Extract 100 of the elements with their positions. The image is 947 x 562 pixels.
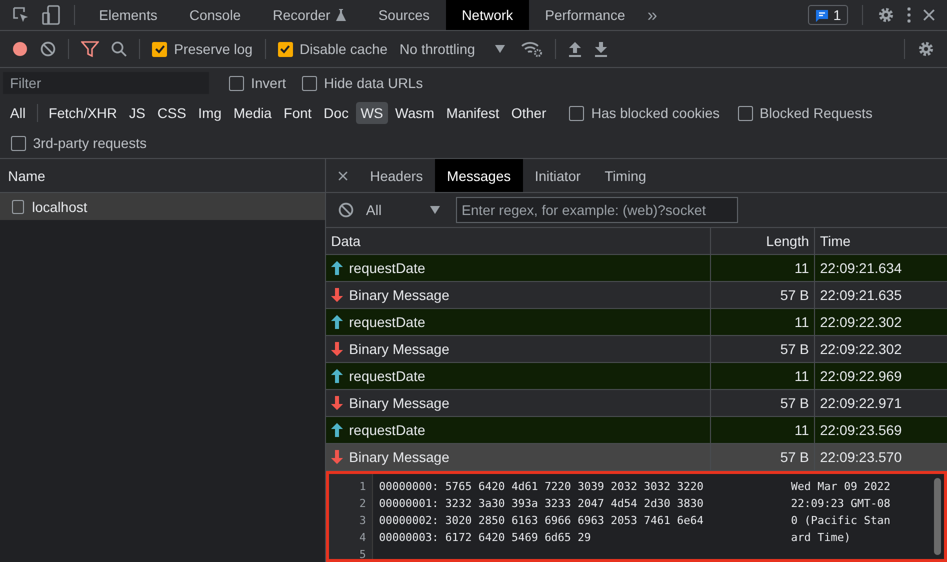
close-icon[interactable] xyxy=(338,170,348,180)
detail-tab[interactable]: Timing xyxy=(592,159,658,192)
line-number: 4 xyxy=(358,530,366,546)
upload-icon[interactable] xyxy=(568,41,582,57)
type-filter-button[interactable]: Manifest xyxy=(441,102,504,124)
type-filter-button[interactable]: JS xyxy=(124,102,150,124)
clear-icon[interactable] xyxy=(40,41,56,57)
type-filter-button[interactable]: CSS xyxy=(152,102,192,124)
clear-icon[interactable] xyxy=(338,202,354,218)
ascii-text: Wed Mar 09 2022 xyxy=(791,479,890,495)
message-length: 57 B xyxy=(780,287,809,303)
column-header[interactable]: Data xyxy=(326,228,711,254)
inspect-icon[interactable] xyxy=(12,6,30,24)
type-filter-button[interactable]: Fetch/XHR xyxy=(44,102,122,124)
checkbox-label: Invert xyxy=(251,75,286,91)
message-length: 11 xyxy=(794,422,809,438)
filter-field[interactable]: Filter xyxy=(3,72,209,94)
type-filter-button[interactable]: Wasm xyxy=(390,102,440,124)
detail-tab[interactable]: Headers xyxy=(358,159,435,192)
checkbox-label: Hide data URLs xyxy=(324,75,423,91)
message-row[interactable]: requestDate 11 22:09:22.302 xyxy=(326,309,947,336)
hex-bytes: 00000001: 3232 3a30 393a 3233 2047 4d54 2d30 3830 xyxy=(379,496,705,512)
checkbox[interactable]: Blocked Requests xyxy=(738,105,872,121)
checkbox-box[interactable] xyxy=(229,76,244,90)
message-row[interactable]: Binary Message 57 B 22:09:22.971 xyxy=(326,390,947,417)
close-icon[interactable] xyxy=(923,9,935,21)
throttling-select[interactable]: No throttling xyxy=(400,41,506,57)
checkbox-box[interactable] xyxy=(152,42,167,56)
checkbox-box[interactable] xyxy=(738,106,753,120)
line-number: 2 xyxy=(358,496,366,512)
down-arrow-icon xyxy=(331,288,343,302)
download-icon[interactable] xyxy=(594,41,608,57)
checkbox-box[interactable] xyxy=(278,42,293,56)
message-time: 22:09:22.971 xyxy=(820,395,902,411)
message-row[interactable]: Binary Message 57 B 22:09:22.302 xyxy=(326,336,947,363)
checkbox-label: Disable cache xyxy=(300,41,388,57)
type-filter-button[interactable]: WS xyxy=(356,102,388,124)
checkbox[interactable]: 3rd-party requests xyxy=(11,135,147,151)
scrollbar[interactable] xyxy=(934,478,941,555)
detail-tab[interactable]: Messages xyxy=(434,159,523,192)
message-type-select[interactable]: All xyxy=(366,202,440,218)
checkbox-box[interactable] xyxy=(11,136,26,150)
panel-tab[interactable]: Elements xyxy=(83,0,174,30)
panel-tab[interactable]: Console xyxy=(173,0,257,30)
flask-icon xyxy=(336,9,346,21)
settings-icon[interactable] xyxy=(877,6,895,24)
ascii-text: 0 (Pacific Stan xyxy=(791,513,890,529)
message-length: 57 B xyxy=(780,449,809,465)
checkbox[interactable]: Disable cache xyxy=(278,41,388,57)
filter-icon[interactable] xyxy=(81,41,99,57)
ascii-text: ard Time) xyxy=(791,530,851,546)
message-time: 22:09:23.570 xyxy=(820,449,902,465)
up-arrow-icon xyxy=(331,261,343,275)
type-filter-button[interactable]: Media xyxy=(228,102,277,124)
panel-tab[interactable]: Sources xyxy=(362,0,446,30)
device-toolbar-icon[interactable] xyxy=(42,5,60,25)
panel-tab[interactable]: Network xyxy=(446,0,530,30)
type-filter-button[interactable]: Other xyxy=(506,102,552,124)
settings-icon[interactable] xyxy=(917,40,935,58)
message-data: Binary Message xyxy=(349,341,450,357)
message-data: requestDate xyxy=(349,368,426,384)
detail-tab[interactable]: Initiator xyxy=(522,159,593,192)
message-time: 22:09:22.969 xyxy=(820,368,902,384)
hex-bytes: 00000002: 3020 2850 6163 6966 6963 2053 7461 6e64 xyxy=(379,513,705,529)
record-icon[interactable] xyxy=(12,41,28,57)
checkbox-label: Preserve log xyxy=(174,41,253,57)
message-data: requestDate xyxy=(349,260,426,276)
message-row[interactable]: Binary Message 57 B 22:09:21.635 xyxy=(326,282,947,309)
type-filter-button[interactable]: All xyxy=(5,102,31,124)
type-filter-button[interactable]: Doc xyxy=(318,102,354,124)
down-arrow-icon xyxy=(331,342,343,356)
line-number: 5 xyxy=(358,547,366,562)
message-row[interactable]: Binary Message 57 B 22:09:23.570 xyxy=(326,444,947,471)
more-options-icon[interactable] xyxy=(907,7,911,23)
more-tabs-button[interactable]: » xyxy=(647,4,658,26)
column-header[interactable]: Length xyxy=(711,228,815,254)
search-icon[interactable] xyxy=(111,41,127,57)
regex-filter-field[interactable]: Enter regex, for example: (web)?socket xyxy=(456,197,738,223)
issues-badge[interactable]: 1 xyxy=(808,5,848,25)
message-data: requestDate xyxy=(349,422,426,438)
checkbox[interactable]: Invert xyxy=(229,75,286,91)
message-row[interactable]: requestDate 11 22:09:21.634 xyxy=(326,255,947,282)
type-filter-button[interactable]: Img xyxy=(193,102,227,124)
column-header: Name xyxy=(0,159,325,193)
message-row[interactable]: requestDate 11 22:09:23.569 xyxy=(326,417,947,444)
column-header[interactable]: Time xyxy=(815,228,947,254)
network-conditions-icon[interactable] xyxy=(521,41,544,57)
checkbox-label: 3rd-party requests xyxy=(33,135,147,151)
up-arrow-icon xyxy=(331,423,343,437)
panel-tab[interactable]: Recorder xyxy=(256,0,362,30)
message-time: 22:09:21.634 xyxy=(820,260,902,276)
panel-tab[interactable]: Performance xyxy=(529,0,642,30)
request-row[interactable]: localhost xyxy=(0,193,325,220)
message-data: Binary Message xyxy=(349,449,450,465)
message-row[interactable]: requestDate 11 22:09:22.969 xyxy=(326,363,947,390)
type-filter-button[interactable]: Font xyxy=(278,102,317,124)
checkbox[interactable]: Preserve log xyxy=(152,41,253,57)
checkbox[interactable]: Hide data URLs xyxy=(302,75,423,91)
checkbox-box[interactable] xyxy=(569,106,584,120)
checkbox-box[interactable] xyxy=(302,76,318,90)
